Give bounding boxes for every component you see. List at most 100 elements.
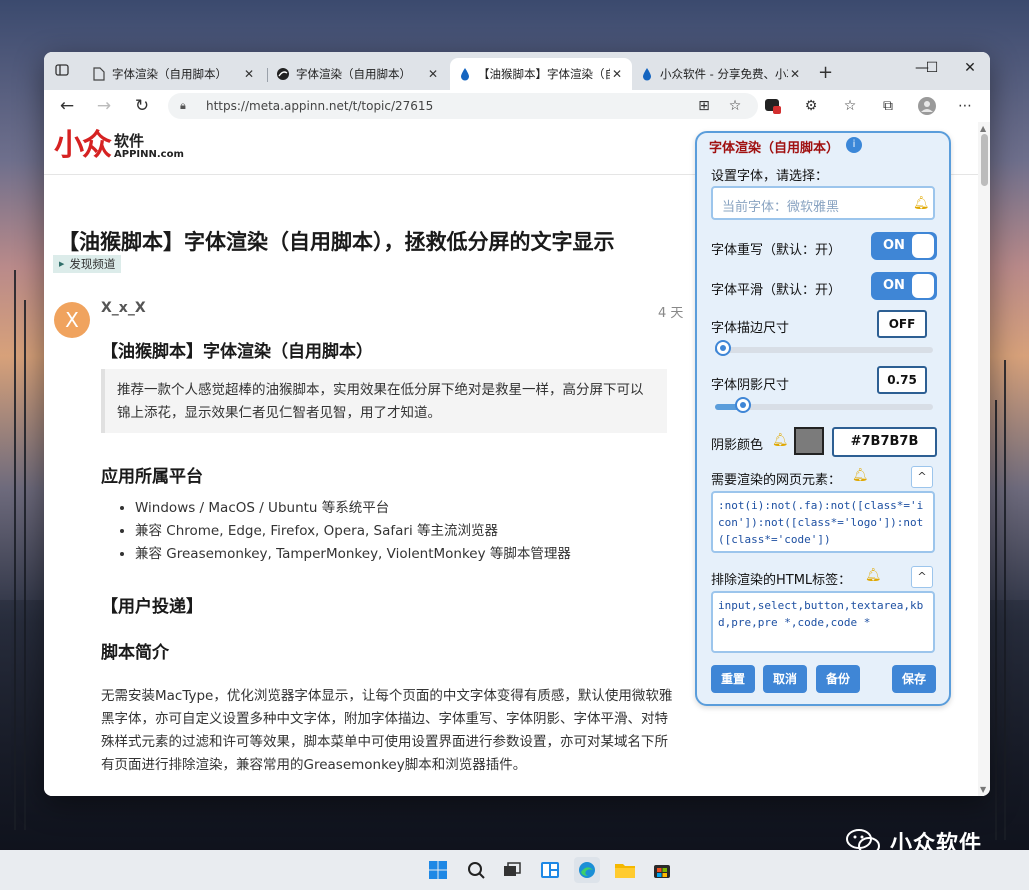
rewrite-label: 字体重写（默认：开） (711, 243, 842, 258)
scroll-down-icon[interactable]: ▼ (980, 785, 986, 794)
cancel-button[interactable]: 取消 (763, 665, 807, 693)
triangle-icon: ▶ (59, 260, 65, 268)
bell-icon: 🔔︎ (772, 433, 789, 448)
smooth-toggle[interactable]: ON (871, 272, 937, 300)
category-badge[interactable]: ▶ 发现频道 (53, 255, 122, 273)
file-explorer-icon[interactable] (612, 857, 638, 883)
reset-button[interactable]: 重置 (711, 665, 755, 693)
url-text: https://meta.appinn.net/t/topic/27615 (206, 99, 434, 113)
tab-3-active[interactable]: 【油猴脚本】字体渲染（自用 ✕ (450, 58, 632, 90)
site-logo[interactable]: 小众 软件 APPINN.com (54, 131, 184, 161)
shadow-slider[interactable] (715, 397, 933, 413)
toggle-state: ON (883, 238, 905, 253)
post-heading: 【油猴脚本】字体渲染（自用脚本） (101, 342, 373, 362)
droplet-icon (458, 67, 472, 81)
intro-heading: 脚本简介 (101, 643, 169, 663)
store-icon[interactable] (649, 857, 675, 883)
wallpaper-mast (14, 270, 16, 830)
tab-label: 字体渲染（自用脚本） (112, 67, 227, 81)
stroke-slider[interactable] (715, 340, 933, 356)
close-icon[interactable]: ✕ (788, 67, 802, 81)
tab-actions-icon[interactable] (54, 62, 72, 80)
shadow-color-input[interactable]: #7B7B7B (832, 427, 937, 457)
panel-title: 字体渲染（自用脚本） (709, 141, 840, 156)
collections-icon[interactable]: ⧉ (879, 97, 897, 115)
close-icon[interactable]: ✕ (426, 67, 440, 81)
post-date: 4 天 (658, 306, 684, 321)
bell-icon: 🔔︎ (913, 196, 930, 211)
user-submit-heading: 【用户投递】 (101, 597, 203, 617)
toggle-knob (912, 274, 934, 298)
logo-text: 软件 APPINN.com (114, 133, 184, 161)
tab-label: 字体渲染（自用脚本） (296, 67, 411, 81)
scrollbar[interactable]: ▲ ▼ (978, 122, 990, 796)
author-name[interactable]: X_x_X (101, 300, 146, 316)
list-item: 兼容 Chrome, Edge, Firefox, Opera, Safari … (135, 520, 571, 543)
address-bar[interactable]: 🔒︎ https://meta.appinn.net/t/topic/27615 (168, 93, 758, 119)
font-select-input[interactable]: 当前字体：微软雅黑 🔔︎ (711, 186, 935, 220)
collapse-button[interactable]: ^ (911, 466, 933, 488)
extensions-icon[interactable]: ⚙ (802, 97, 820, 115)
scroll-up-icon[interactable]: ▲ (980, 124, 986, 133)
elements-textarea[interactable]: :not(i):not(.fa):not([class*='icon']):no… (711, 491, 935, 553)
tab-label: 小众软件 - 分享免费、小巧 (660, 67, 788, 81)
widgets-icon[interactable] (537, 857, 563, 883)
back-button[interactable]: ← (57, 96, 77, 116)
backup-button[interactable]: 备份 (816, 665, 860, 693)
favorite-add-icon[interactable]: ☆ (726, 97, 744, 115)
maximize-button[interactable]: ☐ (922, 60, 942, 76)
task-view-icon[interactable] (499, 857, 525, 883)
rewrite-toggle[interactable]: ON (871, 232, 937, 260)
reader-view-icon[interactable]: ⊞ (695, 97, 713, 115)
droplet-icon (640, 67, 654, 81)
tab-2[interactable]: 字体渲染（自用脚本） ✕ (268, 58, 448, 90)
shadow-value-input[interactable]: 0.75 (877, 366, 927, 394)
toolbar: ← → ↻ 🔒︎ https://meta.appinn.net/t/topic… (44, 90, 990, 123)
logo-mark: 小众 (54, 128, 112, 163)
wallpaper-mast (24, 300, 26, 830)
font-render-settings-panel: 字体渲染（自用脚本） i 设置字体，请选择： 当前字体：微软雅黑 🔔︎ 字体重写… (695, 131, 951, 706)
search-icon[interactable] (463, 857, 489, 883)
list-item: Windows / MacOS / Ubuntu 等系统平台 (135, 497, 571, 520)
font-placeholder: 当前字体：微软雅黑 (722, 200, 840, 215)
close-window-button[interactable]: ✕ (960, 60, 980, 76)
stroke-label: 字体描边尺寸 (711, 321, 790, 336)
more-menu-icon[interactable]: ⋯ (956, 97, 974, 115)
favorites-icon[interactable]: ☆ (841, 97, 859, 115)
close-icon[interactable]: ✕ (610, 67, 624, 81)
info-icon[interactable]: i (846, 137, 862, 153)
page-icon (92, 67, 106, 81)
close-icon[interactable]: ✕ (242, 67, 256, 81)
globe-icon (276, 67, 290, 81)
start-icon[interactable] (425, 857, 451, 883)
refresh-button[interactable]: ↻ (132, 96, 152, 116)
tab-label: 【油猴脚本】字体渲染（自用 (478, 67, 610, 81)
exclude-textarea[interactable]: input,select,button,textarea,kbd,pre,pre… (711, 591, 935, 653)
elements-label: 需要渲染的网页元素： (711, 473, 842, 488)
list-item: 兼容 Greasemonkey, TamperMonkey, ViolentMo… (135, 543, 571, 566)
smooth-label: 字体平滑（默认：开） (711, 283, 842, 298)
intro-paragraph: 无需安装MacType，优化浏览器字体显示，让每个页面的中文字体变得有质感，默认… (101, 688, 673, 773)
stroke-value-input[interactable]: OFF (877, 310, 927, 338)
forward-button[interactable]: → (94, 96, 114, 116)
new-tab-button[interactable]: + (818, 62, 833, 83)
edge-icon[interactable] (574, 857, 600, 883)
logo-cn: 软件 (114, 132, 145, 150)
shadow-color-swatch[interactable] (794, 427, 824, 455)
tab-4[interactable]: 小众软件 - 分享免费、小巧 ✕ (632, 58, 810, 90)
avatar[interactable]: X (54, 302, 90, 338)
save-button[interactable]: 保存 (892, 665, 936, 693)
profile-avatar[interactable] (918, 97, 936, 115)
shadow-label: 字体阴影尺寸 (711, 378, 790, 393)
lock-icon[interactable]: 🔒︎ (180, 99, 192, 113)
collapse-button[interactable]: ^ (911, 566, 933, 588)
slider-thumb[interactable] (735, 397, 752, 413)
exclude-label: 排除渲染的HTML标签： (711, 573, 852, 588)
tab-1[interactable]: 字体渲染（自用脚本） ✕ (84, 58, 264, 90)
font-label: 设置字体，请选择： (711, 169, 829, 184)
scroll-thumb[interactable] (981, 134, 988, 186)
slider-thumb[interactable] (715, 340, 731, 356)
toggle-state: ON (883, 278, 905, 293)
extension-tampermonkey-icon[interactable] (764, 97, 782, 115)
platform-list: Windows / MacOS / Ubuntu 等系统平台 兼容 Chrome… (121, 497, 571, 566)
